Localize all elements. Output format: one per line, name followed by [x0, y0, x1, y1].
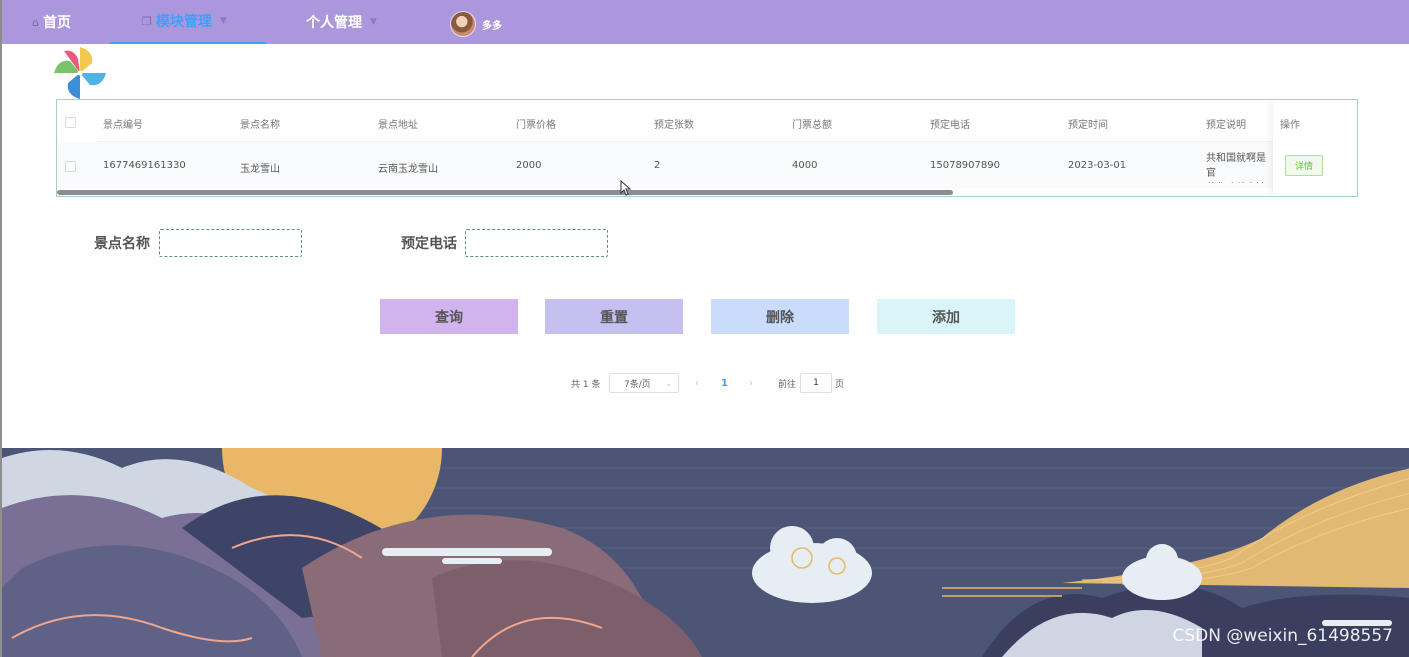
delete-button[interactable]: 删除 — [711, 299, 849, 334]
prev-page-icon[interactable]: ‹ — [695, 373, 699, 393]
cell-price: 2000 — [516, 160, 542, 171]
cell-address: 云南玉龙雪山 — [378, 164, 438, 175]
goto-page-input[interactable] — [800, 373, 832, 393]
column-header: 预定说明 — [1206, 120, 1246, 131]
top-navigation: ⌂ 首页 ❐ 模块管理 ▼ 个人管理 ▼ 多多 — [2, 0, 1409, 44]
horizontal-scrollbar[interactable] — [57, 190, 953, 195]
cell-total: 4000 — [792, 160, 818, 171]
data-table: 景点编号 景点名称 景点地址 门票价格 预定张数 门票总额 预定电话 预定时间 … — [56, 99, 1358, 197]
cell-note: 共和国就啊是官 范化改善方法和 — [1206, 153, 1266, 179]
column-header: 预定时间 — [1068, 120, 1108, 131]
nav-home-label: 首页 — [42, 15, 71, 31]
current-page[interactable]: 1 — [721, 373, 728, 393]
page-size-value: 7条/页 — [624, 379, 651, 390]
nav-module-management[interactable]: ❐ 模块管理 ▼ — [110, 0, 266, 44]
pagination-total: 共 1 条 — [571, 379, 601, 390]
column-header: 预定电话 — [930, 120, 970, 131]
goto-suffix: 页 — [835, 379, 845, 390]
reset-button[interactable]: 重置 — [545, 299, 683, 334]
nav-home[interactable]: ⌂ 首页 — [32, 0, 71, 44]
name-label: 景点名称 — [94, 236, 150, 252]
chevron-down-icon: ⌄ — [665, 378, 672, 388]
row-checkbox[interactable] — [65, 161, 76, 172]
cell-count: 2 — [654, 160, 661, 171]
home-icon: ⌂ — [32, 15, 39, 29]
nav-personal-management[interactable]: 个人管理 ▼ — [306, 0, 377, 44]
detail-button[interactable]: 详情 — [1285, 155, 1323, 176]
column-header: 门票价格 — [516, 120, 556, 131]
name-search-input[interactable] — [159, 229, 302, 257]
fixed-action-column: 操作 详情 — [1273, 100, 1357, 196]
avatar — [450, 11, 476, 37]
column-header: 景点名称 — [240, 120, 280, 131]
nav-module-label: 模块管理 — [155, 14, 212, 30]
app-window: ⌂ 首页 ❐ 模块管理 ▼ 个人管理 ▼ 多多 景点编号 景点名称 景点地址 门… — [0, 0, 1409, 657]
username: 多多 — [482, 20, 502, 32]
chevron-down-icon: ▼ — [370, 17, 377, 27]
pinwheel-logo-icon — [54, 47, 106, 99]
nav-personal-label: 个人管理 — [306, 15, 362, 31]
cell-id: 1677469161330 — [103, 160, 186, 171]
mouse-cursor-icon — [620, 180, 632, 196]
phone-search-input[interactable] — [465, 229, 608, 257]
cell-time: 2023-03-01 — [1068, 160, 1127, 171]
cell-name: 玉龙雪山 — [240, 164, 280, 175]
column-header: 门票总额 — [792, 120, 832, 131]
watermark-text: CSDN @weixin_61498557 — [1172, 626, 1393, 646]
page-size-select[interactable]: 7条/页 ⌄ — [609, 373, 679, 393]
select-all-checkbox[interactable] — [65, 117, 76, 128]
query-button[interactable]: 查询 — [380, 299, 518, 334]
copy-icon: ❐ — [142, 14, 152, 28]
user-menu[interactable]: 多多 — [450, 11, 502, 37]
cell-phone: 15078907890 — [930, 160, 1000, 171]
goto-prefix: 前往 — [778, 379, 797, 390]
add-button[interactable]: 添加 — [877, 299, 1015, 334]
next-page-icon[interactable]: › — [749, 373, 753, 393]
column-header: 操作 — [1280, 120, 1300, 131]
chevron-down-icon: ▼ — [219, 16, 227, 26]
column-header: 景点编号 — [103, 120, 143, 131]
phone-label: 预定电话 — [401, 236, 457, 252]
column-header: 景点地址 — [378, 120, 418, 131]
column-header: 预定张数 — [654, 120, 694, 131]
